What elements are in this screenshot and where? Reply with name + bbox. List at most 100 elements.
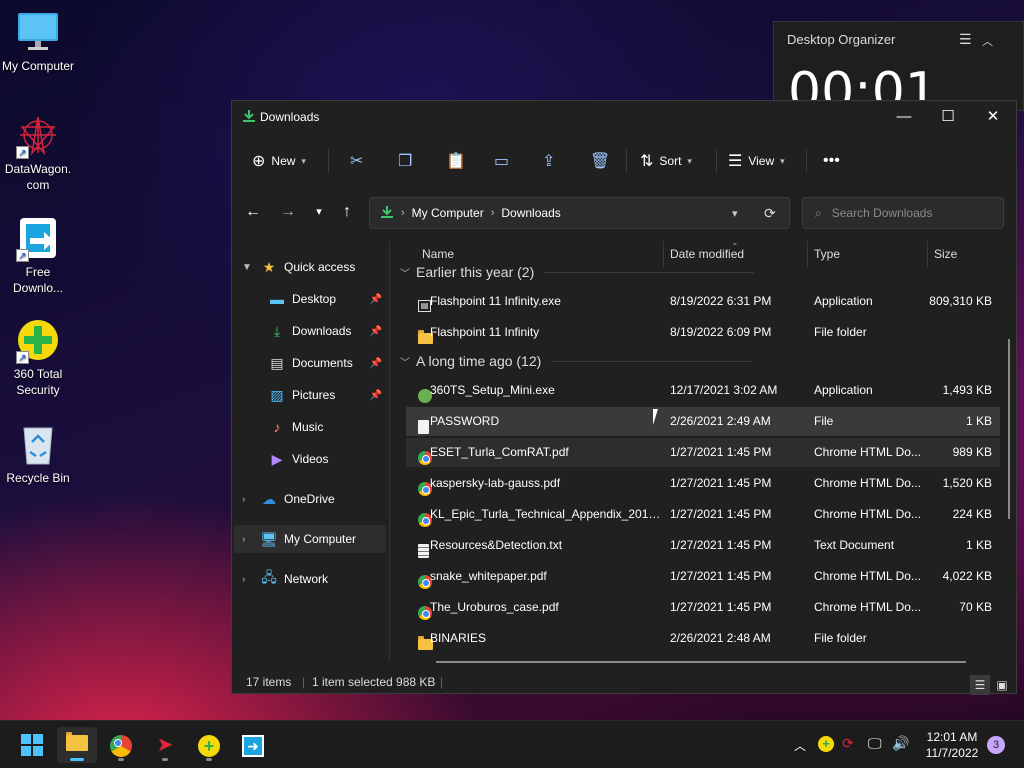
360-tray-icon[interactable]: + xyxy=(818,735,834,752)
file-row[interactable]: kaspersky-lab-gauss.pdf 1/27/2021 1:45 P… xyxy=(406,469,1000,498)
file-date: 2/26/2021 2:49 AM xyxy=(670,414,771,428)
file-row[interactable]: KL_Epic_Turla_Technical_Appendix_20140..… xyxy=(406,500,1000,529)
navigation-pane: ▼ ★ Quick access ▬ Desktop 📌 ⤓ Downloads… xyxy=(232,241,390,661)
minimize-button[interactable]: — xyxy=(881,101,927,133)
taskbar-chrome[interactable] xyxy=(101,727,141,763)
column-header-name[interactable]: Name xyxy=(422,247,454,261)
copy-button[interactable]: ❐ xyxy=(398,147,412,175)
start-button[interactable] xyxy=(12,727,52,763)
close-button[interactable]: ✕ xyxy=(970,101,1016,133)
delete-button[interactable]: 🗑 xyxy=(590,147,610,175)
breadcrumb-downloads[interactable]: Downloads xyxy=(501,206,560,220)
clock-time: 12:01 AM xyxy=(926,730,978,744)
nav-label: Music xyxy=(292,420,324,434)
share-button[interactable]: ⇪ xyxy=(542,147,555,175)
breadcrumb-my-computer[interactable]: My Computer xyxy=(412,206,484,220)
recycle-bin-icon xyxy=(16,422,60,466)
file-date: 1/27/2021 1:45 PM xyxy=(670,569,772,583)
column-divider[interactable] xyxy=(927,241,928,267)
download-manager-icon: ↗ xyxy=(16,216,60,262)
paste-button[interactable]: 📋 xyxy=(446,147,466,175)
scissors-icon: ✂ xyxy=(350,153,364,170)
notification-badge[interactable]: 3 xyxy=(987,736,1005,754)
column-header-date[interactable]: Date modified xyxy=(670,247,744,261)
cut-button[interactable]: ✂ xyxy=(350,147,363,175)
collapse-icon[interactable]: ︿ xyxy=(982,33,993,49)
nav-downloads[interactable]: ⤓ Downloads 📌 xyxy=(268,317,388,345)
file-row[interactable]: ESET_Turla_ComRAT.pdf 1/27/2021 1:45 PM … xyxy=(406,438,1000,467)
details-view-button[interactable]: ☰ xyxy=(970,675,990,695)
back-button[interactable]: ← xyxy=(242,201,264,223)
up-button[interactable]: ↑ xyxy=(336,201,358,223)
chevron-down-icon: ▾ xyxy=(301,155,306,166)
taskbar-360-security[interactable]: + xyxy=(189,727,229,763)
divider: | xyxy=(302,675,306,689)
address-row: ← → ▾ ↑ › My Computer › Downloads ▾ ⟳ ⌕ xyxy=(232,195,1016,231)
nav-desktop[interactable]: ▬ Desktop 📌 xyxy=(268,285,388,313)
taskbar-app[interactable]: ➤ xyxy=(145,727,185,763)
trash-icon: 🗑 xyxy=(590,153,611,170)
address-dropdown-button[interactable]: ▾ xyxy=(732,207,738,220)
file-row-selected[interactable]: PASSWORD 2/26/2021 2:49 AM File 1 KB xyxy=(406,407,1000,436)
new-button[interactable]: ⊕ New ▾ xyxy=(252,147,306,175)
desktop-icon-free-download-manager[interactable]: ↗ Free Downlo... xyxy=(0,216,76,296)
desktop-icon-360-total-security[interactable]: ↗ 360 Total Security xyxy=(0,318,76,398)
vertical-scrollbar[interactable] xyxy=(1008,339,1010,519)
nav-videos[interactable]: ▶ Videos xyxy=(268,445,388,473)
nav-quick-access[interactable]: ▼ ★ Quick access xyxy=(232,253,382,281)
file-row[interactable]: snake_whitepaper.pdf 1/27/2021 1:45 PM C… xyxy=(406,562,1000,591)
desktop-icon-my-computer[interactable]: My Computer xyxy=(0,10,76,74)
file-explorer-window[interactable]: Downloads — ☐ ✕ ⊕ New ▾ ✂ ❐ 📋 ▭ ⇪ 🗑 ⇅ So… xyxy=(231,100,1017,695)
desktop-organizer-widget[interactable]: Desktop Organizer ☰ ︿ 00:01 xyxy=(773,21,1024,122)
network-icon: 🖧 xyxy=(261,569,277,585)
recent-locations-button[interactable]: ▾ xyxy=(308,201,330,223)
sort-button[interactable]: ⇅ Sort ▾ xyxy=(640,147,692,175)
nav-documents[interactable]: ▤ Documents 📌 xyxy=(268,349,388,377)
tiles-view-button[interactable]: ▣ xyxy=(992,675,1012,695)
volume-icon[interactable]: 🔊 xyxy=(892,735,909,752)
search-box[interactable]: ⌕ xyxy=(802,197,1004,229)
network-icon[interactable]: 🖵 xyxy=(868,735,882,752)
file-row[interactable]: 360TS_Setup_Mini.exe 12/17/2021 3:02 AM … xyxy=(406,376,1000,405)
view-button[interactable]: ☰ View ▾ xyxy=(728,147,785,175)
group-header[interactable]: ﹀ Earlier this year (2) xyxy=(400,264,755,280)
nav-music[interactable]: ♪ Music xyxy=(268,413,388,441)
taskbar-file-explorer[interactable] xyxy=(57,727,97,763)
list-view-icon: ☰ xyxy=(728,153,743,170)
file-size: 1 KB xyxy=(965,414,992,428)
nav-my-computer[interactable]: › 🖥 My Computer xyxy=(234,525,386,553)
horizontal-scrollbar[interactable] xyxy=(436,661,966,663)
nav-onedrive[interactable]: › ☁ OneDrive xyxy=(232,485,382,513)
nav-pictures[interactable]: ▨ Pictures 📌 xyxy=(268,381,388,409)
nav-network[interactable]: › 🖧 Network xyxy=(232,565,382,593)
file-row[interactable]: Flashpoint 11 Infinity 8/19/2022 6:09 PM… xyxy=(406,318,1000,347)
sync-icon[interactable]: ⟳ xyxy=(842,735,854,752)
group-header[interactable]: ﹀ A long time ago (12) xyxy=(400,353,752,369)
forward-button[interactable]: → xyxy=(277,201,299,223)
file-row[interactable]: ▤ Flashpoint 11 Infinity.exe 8/19/2022 6… xyxy=(406,287,1000,316)
desktop-icon-datawagon[interactable]: ↗ DataWagon. com xyxy=(0,113,76,193)
search-input[interactable] xyxy=(831,206,992,220)
show-hidden-icons-button[interactable]: ︿ xyxy=(794,737,806,754)
file-row[interactable]: Resources&Detection.txt 1/27/2021 1:45 P… xyxy=(406,531,1000,560)
taskbar-download-manager[interactable]: ➜ xyxy=(233,727,273,763)
file-size: 989 KB xyxy=(952,445,992,459)
rename-button[interactable]: ▭ xyxy=(494,147,509,175)
column-header-type[interactable]: Type xyxy=(814,247,840,261)
file-row[interactable]: The_Uroburos_case.pdf 1/27/2021 1:45 PM … xyxy=(406,593,1000,622)
title-bar[interactable]: Downloads — ☐ ✕ xyxy=(232,101,1016,133)
menu-icon[interactable]: ☰ xyxy=(959,31,972,48)
taskbar-clock[interactable]: 12:01 AM 11/7/2022 xyxy=(914,729,990,761)
file-name: KL_Epic_Turla_Technical_Appendix_20140..… xyxy=(430,507,662,521)
refresh-button[interactable]: ⟳ xyxy=(764,205,776,222)
computer-icon: 🖥 xyxy=(260,530,278,547)
maximize-button[interactable]: ☐ xyxy=(925,101,971,133)
desktop-icon-recycle-bin[interactable]: Recycle Bin xyxy=(0,422,76,486)
address-bar[interactable]: › My Computer › Downloads ▾ ⟳ xyxy=(369,197,790,229)
more-options-button[interactable]: ••• xyxy=(823,147,840,175)
column-header-size[interactable]: Size xyxy=(934,247,957,261)
file-row[interactable]: BINARIES 2/26/2021 2:48 AM File folder xyxy=(406,624,1000,653)
divider xyxy=(806,149,807,173)
column-divider[interactable] xyxy=(807,241,808,267)
nav-label: Downloads xyxy=(292,324,352,338)
